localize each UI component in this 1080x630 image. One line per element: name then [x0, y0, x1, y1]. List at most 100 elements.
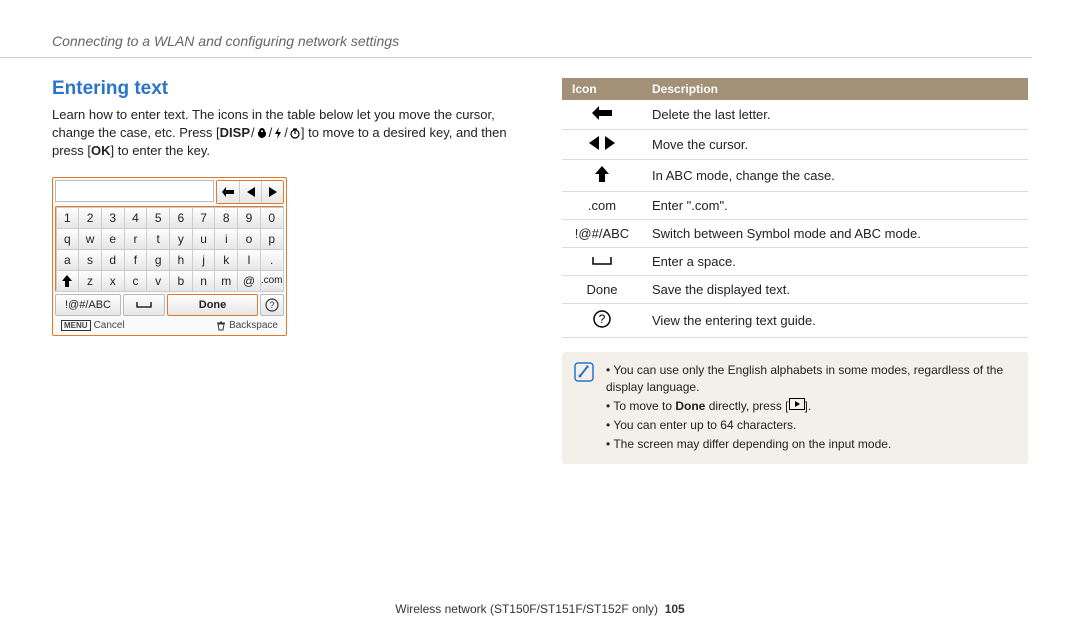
description-cell: View the entering text guide.	[642, 304, 1028, 338]
keyboard-key[interactable]: 9	[237, 207, 261, 229]
footer-text: Wireless network (ST150F/ST151F/ST152F o…	[395, 602, 658, 616]
space-icon	[136, 301, 152, 309]
right-triangle-icon	[269, 187, 277, 197]
keyboard-key[interactable]: n	[192, 270, 216, 292]
flash-icon	[273, 127, 283, 139]
keyboard-key[interactable]: f	[124, 249, 148, 271]
description-cell: In ABC mode, change the case.	[642, 160, 1028, 192]
keyboard-key[interactable]: @	[237, 270, 261, 292]
disp-key-combo: DISP///	[220, 124, 301, 142]
ok-label: OK	[91, 143, 111, 158]
menu-icon: MENU	[61, 320, 91, 331]
table-row: !@#/ABCSwitch between Symbol mode and AB…	[562, 220, 1028, 248]
keyboard-key[interactable]: 4	[124, 207, 148, 229]
keyboard-key[interactable]: v	[146, 270, 170, 292]
up-arrow-icon	[595, 166, 609, 182]
keyboard-key[interactable]: p	[260, 228, 284, 250]
keyboard-key[interactable]: u	[192, 228, 216, 250]
backspace-label: Backspace	[229, 320, 278, 331]
icon-description-table: Icon Description Delete the last letter.…	[562, 78, 1028, 338]
keyboard-key[interactable]: x	[101, 270, 125, 292]
table-row: In ABC mode, change the case.	[562, 160, 1028, 192]
keyboard-key[interactable]: k	[214, 249, 238, 271]
svg-text:?: ?	[599, 312, 606, 326]
keyboard-key[interactable]: r	[124, 228, 148, 250]
keyboard-key[interactable]: 3	[101, 207, 125, 229]
keyboard-key[interactable]: q	[56, 228, 80, 250]
trash-icon	[216, 321, 226, 331]
keyboard-key[interactable]: e	[101, 228, 125, 250]
keyboard-key[interactable]: y	[169, 228, 193, 250]
keyboard-backspace-hint: Backspace	[216, 320, 278, 331]
timer-icon	[289, 127, 301, 139]
keyboard-cancel-hint: MENUCancel	[61, 320, 125, 331]
disp-label: DISP	[220, 124, 250, 142]
keyboard-key[interactable]: 7	[192, 207, 216, 229]
keyboard-key[interactable]	[56, 270, 80, 292]
keyboard-key[interactable]: h	[169, 249, 193, 271]
icon-text: Done	[586, 282, 617, 297]
note-icon	[574, 362, 596, 454]
description-cell: Enter a space.	[642, 248, 1028, 276]
icon-cell: Done	[562, 276, 642, 304]
note-line-4: The screen may differ depending on the i…	[606, 436, 1016, 453]
icon-cell	[562, 160, 642, 192]
left-right-arrows-icon	[589, 136, 615, 150]
keyboard-key[interactable]: m	[214, 270, 238, 292]
icon-cell: .com	[562, 192, 642, 220]
icon-cell	[562, 100, 642, 130]
onscreen-keyboard: 1234567890 qwertyuiop asdfghjkl. zxcvbnm@.c…	[52, 177, 287, 336]
keyboard-mode-key[interactable]: !@#/ABC	[55, 294, 121, 316]
keyboard-key[interactable]: 2	[78, 207, 102, 229]
svg-text:?: ?	[269, 300, 274, 310]
keyboard-right-key[interactable]	[261, 181, 283, 203]
playback-icon	[789, 398, 805, 415]
keyboard-left-key[interactable]	[239, 181, 261, 203]
breadcrumb: Connecting to a WLAN and configuring net…	[0, 0, 1032, 58]
keyboard-key[interactable]: o	[237, 228, 261, 250]
keyboard-done-key[interactable]: Done	[167, 294, 258, 316]
description-cell: Delete the last letter.	[642, 100, 1028, 130]
keyboard-key[interactable]: l	[237, 249, 261, 271]
keyboard-key[interactable]: 1	[56, 207, 80, 229]
keyboard-text-field[interactable]	[55, 180, 214, 202]
keyboard-key[interactable]: j	[192, 249, 216, 271]
keyboard-key[interactable]: d	[101, 249, 125, 271]
keyboard-key[interactable]: w	[78, 228, 102, 250]
keyboard-key[interactable]: 0	[260, 207, 284, 229]
description-cell: Enter ".com".	[642, 192, 1028, 220]
table-header-description: Description	[642, 78, 1028, 100]
keyboard-key[interactable]: .	[260, 249, 284, 271]
keyboard-key[interactable]: b	[169, 270, 193, 292]
icon-cell: !@#/ABC	[562, 220, 642, 248]
keyboard-key[interactable]: 8	[214, 207, 238, 229]
keyboard-cursor-controls	[216, 180, 284, 204]
keyboard-backspace-key[interactable]	[217, 181, 239, 203]
left-column: Entering text Learn how to enter text. T…	[52, 78, 522, 464]
help-circle-icon: ?	[593, 310, 611, 328]
note-line-2: To move to Done directly, press [].	[606, 398, 1016, 415]
keyboard-key[interactable]: s	[78, 249, 102, 271]
keyboard-key[interactable]: z	[78, 270, 102, 292]
intro-part3: ] to enter the key.	[111, 143, 210, 158]
space-icon	[592, 256, 612, 266]
keyboard-help-key[interactable]: ?	[260, 294, 284, 316]
table-header-icon: Icon	[562, 78, 642, 100]
note-box: You can use only the English alphabets i…	[562, 352, 1028, 464]
cancel-label: Cancel	[94, 320, 125, 331]
back-arrow-icon	[592, 106, 612, 120]
table-row: DoneSave the displayed text.	[562, 276, 1028, 304]
icon-text: .com	[588, 198, 616, 213]
table-row: Enter a space.	[562, 248, 1028, 276]
keyboard-key[interactable]: g	[146, 249, 170, 271]
intro-text: Learn how to enter text. The icons in th…	[52, 106, 522, 159]
keyboard-key[interactable]: a	[56, 249, 80, 271]
keyboard-key[interactable]: i	[214, 228, 238, 250]
keyboard-key[interactable]: c	[124, 270, 148, 292]
keyboard-key[interactable]: .com	[260, 270, 284, 292]
keyboard-key[interactable]: t	[146, 228, 170, 250]
keyboard-space-key[interactable]	[123, 294, 165, 316]
keyboard-key[interactable]: 6	[169, 207, 193, 229]
keyboard-key[interactable]: 5	[146, 207, 170, 229]
icon-cell: ?	[562, 304, 642, 338]
